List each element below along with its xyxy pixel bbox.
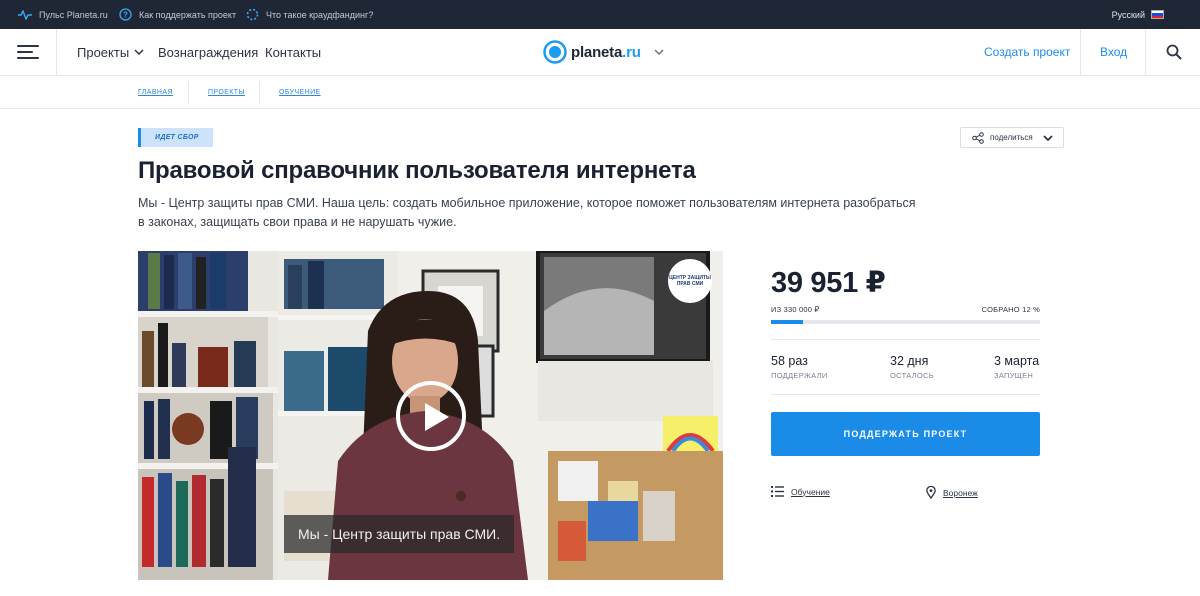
search-icon[interactable] [1166,44,1182,60]
pulse-label: Пульс Planeta.ru [39,9,108,20]
stat-days-left-value: 32 дня [890,354,929,368]
stat-launched-label: ЗАПУЩЕН [994,371,1034,380]
breadcrumb-home[interactable]: ГЛАВНАЯ [138,76,173,108]
funding-progress-fill [771,320,804,324]
status-badge: ИДЕТ СБОР [138,128,213,147]
share-label: поделиться [990,133,1033,142]
stat-launched-value: 3 марта [994,354,1040,368]
stat-backers-label: ПОДДЕРЖАЛИ [771,371,828,380]
location-pin-icon [926,486,936,499]
chevron-down-icon [1043,134,1053,141]
page-title: Правовой справочник пользователя интерне… [138,157,696,184]
nav-rewards-label: Вознаграждения [158,44,259,60]
pulse-icon [18,8,32,22]
language-selector[interactable]: Русский [1112,0,1164,29]
nav-contacts-label: Контакты [265,44,322,60]
funded-amount: 39 951 ₽ [771,267,886,299]
breadcrumb-projects[interactable]: ПРОЕКТЫ [208,76,245,108]
how-to-support-label: Как поддержать проект [139,9,237,20]
breadcrumb: ГЛАВНАЯ ПРОЕКТЫ ОБУЧЕНИЕ [0,76,1200,109]
russia-flag-icon [1151,10,1164,19]
spinner-icon [245,8,259,22]
chevron-down-icon [134,49,144,55]
project-description: Мы - Центр защиты прав СМИ. Наша цель: с… [138,196,916,229]
stat-days-left: 32 дня ОСТАЛОСЬ [890,354,934,380]
city-link[interactable]: Воронеж [926,486,978,499]
planeta-logo-icon [543,40,567,64]
funding-goal: ИЗ 330 000 ₽ [771,305,820,314]
funding-progress-bar [771,320,1040,324]
video-channel-logo: ЦЕНТР ЗАЩИТЫ ПРАВ СМИ [668,259,712,303]
category-link[interactable]: Обучение [771,486,830,497]
header-divider [56,29,57,75]
help-icon: ? [118,8,132,22]
list-icon [771,486,784,497]
main-header: Проекты Вознаграждения Контакты planeta.… [0,29,1200,76]
login-link[interactable]: Вход [1100,29,1127,75]
funded-percent: СОБРАНО 12 % [981,305,1040,314]
header-divider [1145,29,1146,75]
breadcrumb-divider [259,81,260,104]
stat-launched: 3 марта ЗАПУЩЕН [994,354,1039,380]
svg-text:?: ? [123,11,128,20]
crowdfunding-link[interactable]: Что такое краудфандинг? [245,0,373,29]
stat-backers-value: 58 раз [771,354,808,368]
stat-backers: 58 раз ПОДДЕРЖАЛИ [771,354,828,380]
nav-projects-label: Проекты [77,44,130,60]
stat-days-left-label: ОСТАЛОСЬ [890,371,934,380]
city-label: Воронеж [943,487,978,498]
logo-text: planeta.ru [571,43,641,61]
project-video[interactable]: ЦЕНТР ЗАЩИТЫ ПРАВ СМИ Мы - Центр защиты … [138,251,723,580]
divider [771,339,1040,340]
planeta-logo[interactable]: planeta.ru [543,39,664,65]
language-label: Русский [1111,9,1145,20]
breadcrumb-education[interactable]: ОБУЧЕНИЕ [279,76,321,108]
header-divider [1080,29,1081,75]
share-button[interactable]: поделиться [960,127,1064,148]
menu-icon[interactable] [17,44,39,60]
nav-contacts[interactable]: Контакты [265,29,321,75]
crowdfunding-label: Что такое краудфандинг? [266,9,374,20]
breadcrumb-divider [188,81,189,104]
divider [771,394,1040,395]
pulse-link[interactable]: Пульс Planeta.ru [18,0,108,29]
nav-rewards[interactable]: Вознаграждения [158,29,258,75]
video-subtitle: Мы - Центр защиты прав СМИ. [284,515,515,553]
category-label: Обучение [791,486,830,497]
chevron-down-icon[interactable] [654,49,664,55]
how-to-support-link[interactable]: ? Как поддержать проект [118,0,236,29]
create-project-link[interactable]: Создать проект [984,29,1070,75]
share-icon [972,131,984,144]
play-icon[interactable] [396,381,466,451]
support-project-button[interactable]: ПОДДЕРЖАТЬ ПРОЕКТ [771,412,1040,456]
nav-projects[interactable]: Проекты [77,29,144,75]
top-bar: Пульс Planeta.ru ? Как поддержать проект… [0,0,1200,29]
